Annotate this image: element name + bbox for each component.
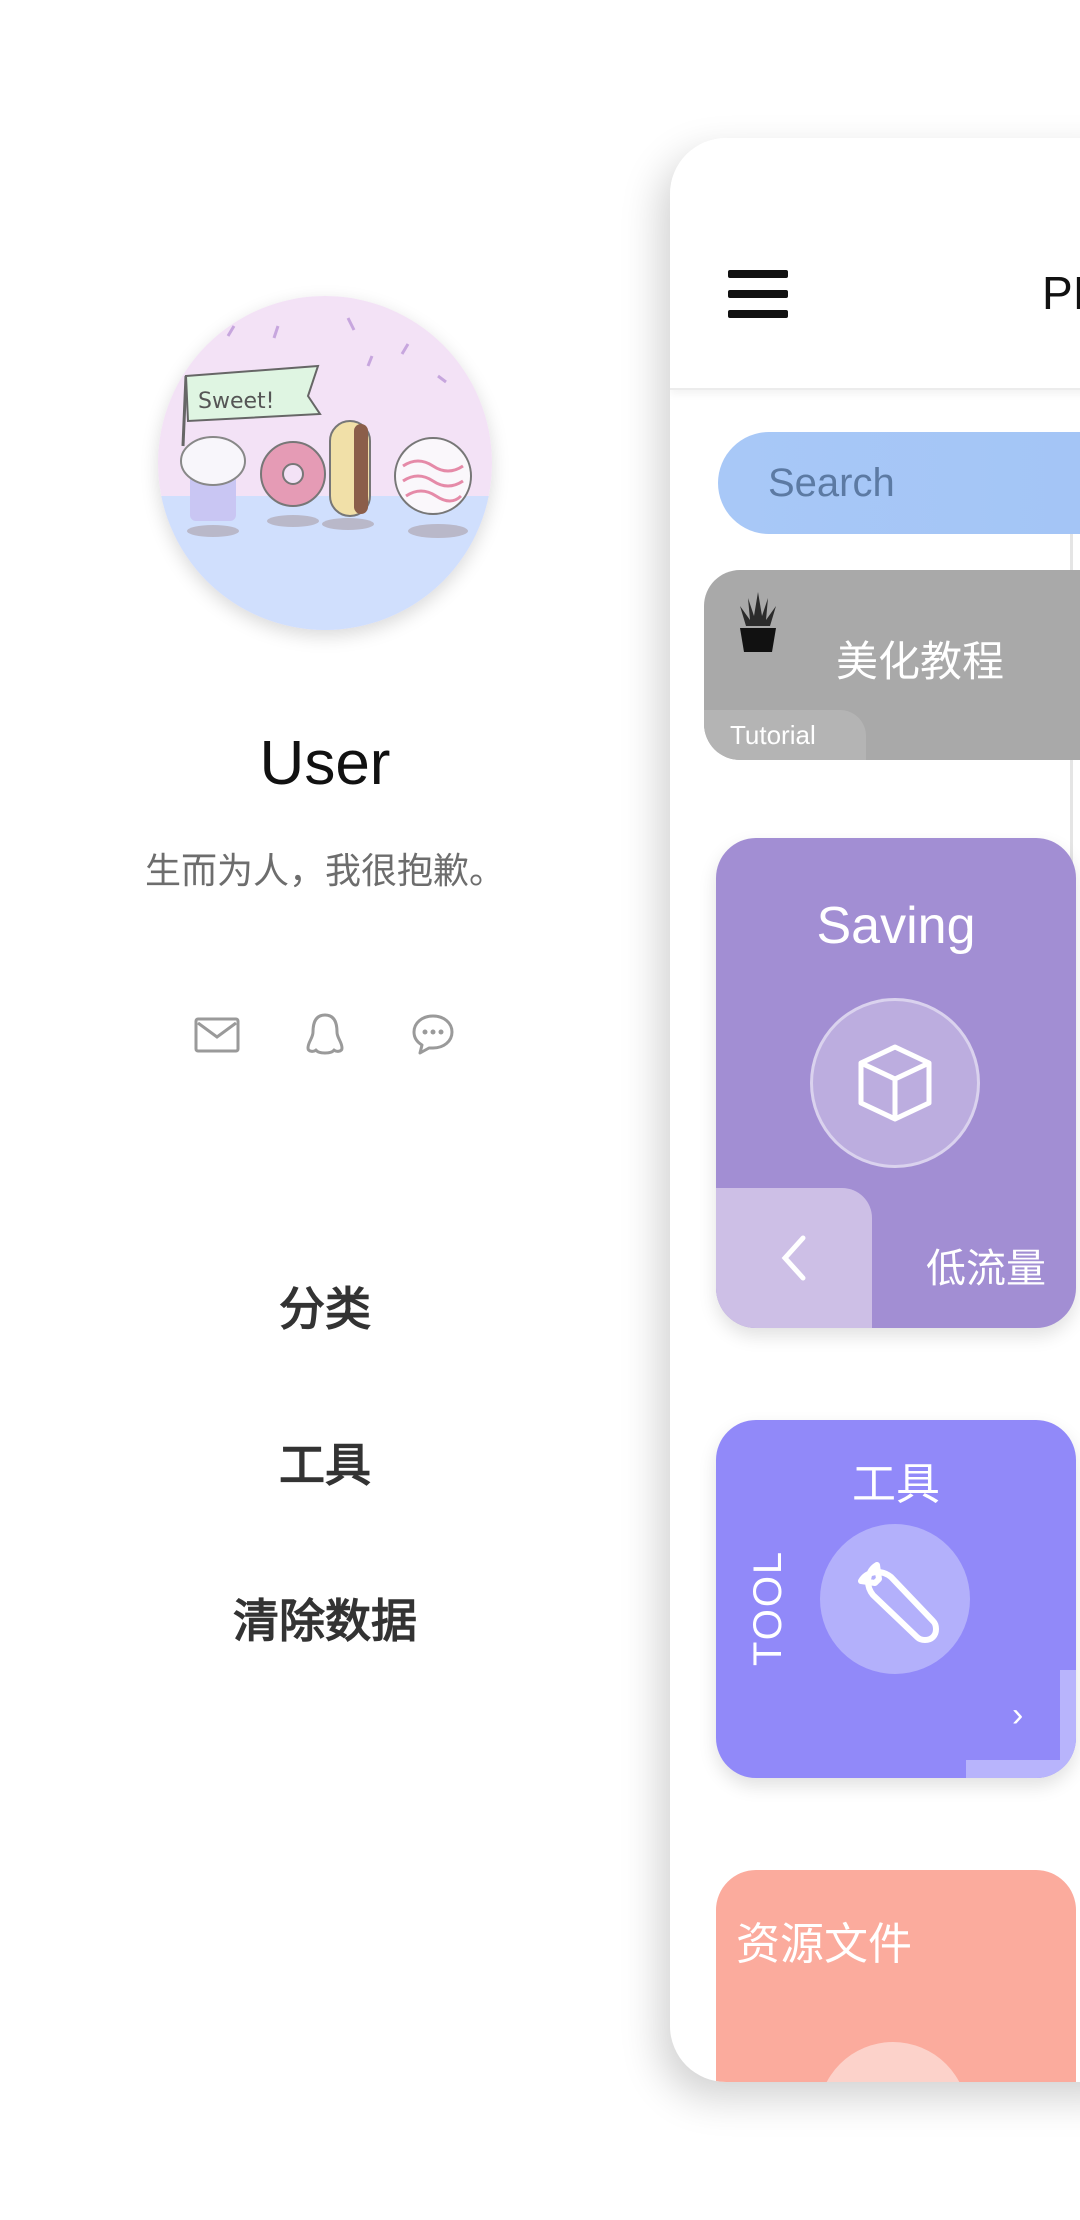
decorative-corner	[1060, 1670, 1076, 1778]
menu-item-category[interactable]: 分类	[0, 1228, 650, 1384]
tool-vertical-label-wrap: TOOL	[746, 1550, 862, 1711]
tutorial-card[interactable]: 美化教程 Tutorial ›	[704, 570, 1080, 760]
tool-title: 工具	[852, 1459, 940, 1510]
menu-item-clear-data[interactable]: 清除数据	[0, 1540, 650, 1696]
resource-icon	[818, 2042, 968, 2082]
resource-title: 资源文件	[736, 1919, 912, 1970]
mail-icon[interactable]	[194, 1012, 240, 1058]
resource-card[interactable]: 资源文件	[716, 1870, 1076, 2082]
drawer-menu: 分类 工具 清除数据	[0, 1228, 650, 1696]
menu-item-tools[interactable]: 工具	[0, 1384, 650, 1540]
svg-text:Sweet!: Sweet!	[198, 389, 274, 414]
navigation-drawer: Sweet! User 生而为人，我很抱歉。 分类 工具 清除数据	[0, 0, 650, 2220]
box-icon	[810, 998, 980, 1168]
chevron-left-icon[interactable]	[716, 1188, 872, 1328]
username: User	[259, 729, 391, 798]
menu-icon[interactable]	[728, 270, 788, 318]
tool-card[interactable]: 工具 TOOL ›	[716, 1420, 1076, 1778]
app-title: PI	[1042, 267, 1080, 319]
chevron-right-icon[interactable]: ›	[1012, 1696, 1023, 1735]
avatar[interactable]: Sweet!	[158, 296, 492, 630]
avatar-illustration: Sweet!	[158, 296, 492, 630]
user-motto: 生而为人，我很抱歉。	[144, 851, 505, 892]
contact-icons	[0, 1012, 650, 1058]
search-input[interactable]: Search	[718, 432, 1080, 534]
qq-icon[interactable]	[302, 1012, 348, 1058]
app-bar: PI	[670, 138, 1080, 390]
tool-vertical-label: TOOL	[746, 1549, 790, 1666]
tutorial-title: 美化教程	[836, 637, 1005, 686]
search-placeholder: Search	[768, 460, 895, 505]
chat-icon[interactable]	[410, 1012, 456, 1058]
wrench-icon	[820, 1524, 970, 1674]
main-panel: PI Search 美化教程 Tutorial › Saving 低流量 工具	[670, 138, 1080, 2082]
tutorial-tag: Tutorial	[704, 710, 866, 760]
saving-subtitle: 低流量	[926, 1246, 1046, 1292]
saving-card[interactable]: Saving 低流量	[716, 838, 1076, 1328]
plant-icon	[740, 592, 776, 652]
saving-title: Saving	[816, 897, 976, 955]
